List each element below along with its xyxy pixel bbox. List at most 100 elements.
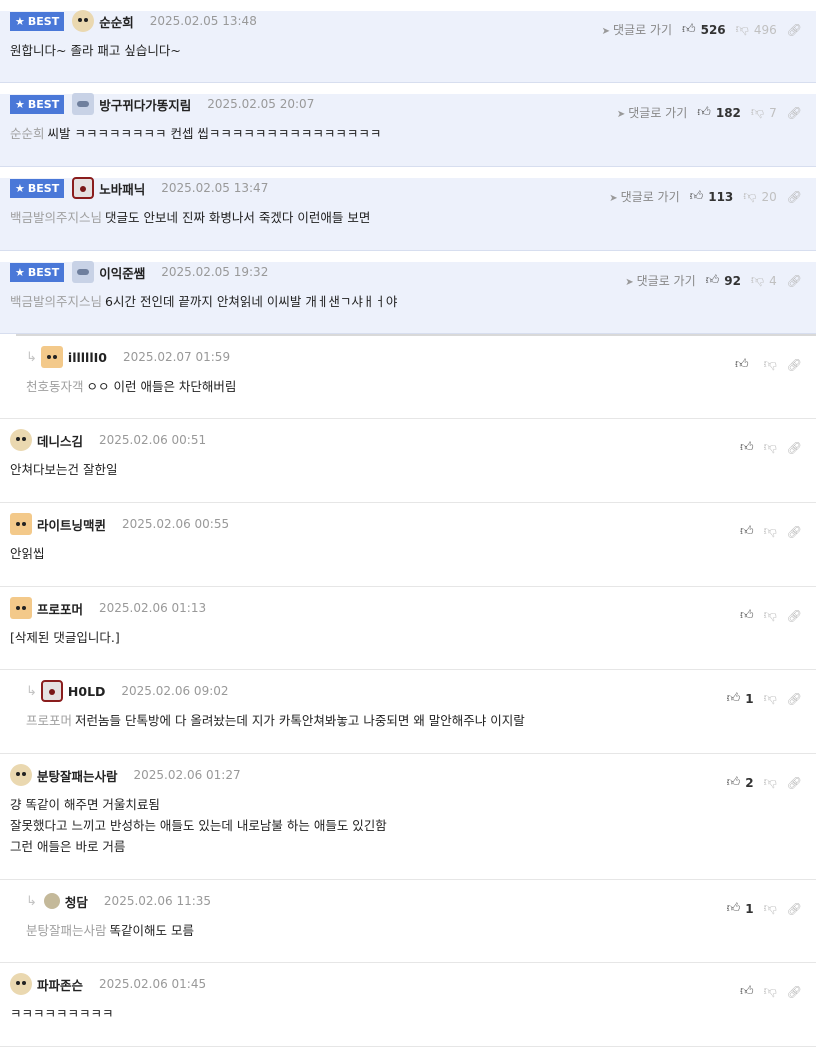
- comment-header: ↳ H0LD 2025.02.06 09:02: [26, 680, 806, 702]
- comment-author[interactable]: 라이트닝맥퀸: [37, 515, 106, 534]
- comment-body: 원합니다~ 졸라 패고 싶습니다~: [10, 43, 181, 58]
- upvote-button[interactable]: 👍︎: [740, 440, 754, 455]
- avatar[interactable]: [40, 680, 63, 702]
- comment-author[interactable]: 프로포머: [37, 599, 83, 618]
- reply-arrow-icon: ↳: [26, 349, 37, 365]
- avatar[interactable]: [10, 513, 32, 535]
- quoted-author[interactable]: 천호동자객: [26, 379, 84, 394]
- comment-actions: 👍︎ 1 👎︎ 🔗︎: [727, 691, 802, 706]
- downvote-button[interactable]: 👎︎: [764, 440, 777, 455]
- link-icon[interactable]: 🔗︎: [787, 358, 802, 372]
- link-icon[interactable]: 🔗︎: [787, 441, 802, 455]
- upvote-button[interactable]: 👍︎ 1: [727, 901, 754, 916]
- upvote-button[interactable]: 👍︎ 526: [682, 22, 726, 37]
- thumbs-down-icon: 👎︎: [763, 357, 777, 372]
- upvote-button[interactable]: 👍︎: [735, 357, 754, 372]
- send-icon: ➤: [601, 26, 610, 37]
- best-comment: ★ BEST 노바패닉 2025.02.05 13:47 ➤ 댓글로 가기 👍︎ 11…: [0, 177, 816, 251]
- thumbs-up-icon: 👍︎: [726, 691, 741, 706]
- comment-body: 안쳐다보는건 잘한일: [10, 462, 118, 477]
- thumbs-up-icon: 👍︎: [697, 105, 711, 120]
- comment-author[interactable]: 노바패닉: [99, 179, 145, 198]
- upvote-button[interactable]: 👍︎: [740, 608, 754, 623]
- reply-arrow-icon: ↳: [26, 683, 37, 699]
- avatar[interactable]: [10, 764, 32, 786]
- avatar[interactable]: [72, 261, 95, 283]
- quoted-author[interactable]: 백금발의주지스님: [10, 294, 102, 309]
- comment-author[interactable]: 파파존슨: [37, 975, 83, 994]
- downvote-button[interactable]: 👎︎ 496: [736, 22, 777, 37]
- downvote-button[interactable]: 👎︎ 7: [751, 105, 777, 120]
- upvote-button[interactable]: 👍︎: [740, 984, 754, 999]
- comment-author[interactable]: 데니스김: [37, 431, 83, 450]
- comment-date: 2025.02.05 20:07: [207, 97, 315, 111]
- quoted-author[interactable]: 프로포머: [26, 713, 72, 728]
- upvote-button[interactable]: 👍︎: [740, 524, 754, 539]
- link-icon[interactable]: 🔗︎: [787, 776, 802, 790]
- comment-actions: 👍︎ 👎︎ 🔗︎: [735, 357, 802, 372]
- comment-author[interactable]: 이익준쌤: [99, 263, 145, 282]
- goto-comment-link[interactable]: ➤ 댓글로 가기: [617, 104, 687, 121]
- avatar[interactable]: [10, 973, 32, 995]
- comment: 분탕잘패는사람 2025.02.06 01:27 👍︎ 2 👎︎ 🔗︎ 걍 똑같이…: [0, 764, 816, 880]
- downvote-button[interactable]: 👎︎: [764, 984, 777, 999]
- upvote-button[interactable]: 👍︎ 1: [727, 691, 754, 706]
- avatar[interactable]: [72, 177, 95, 199]
- comment-header: 라이트닝맥퀸 2025.02.06 00:55: [10, 513, 806, 535]
- comment-date: 2025.02.07 01:59: [122, 350, 231, 364]
- avatar[interactable]: [10, 597, 32, 619]
- avatar[interactable]: [72, 10, 95, 32]
- goto-comment-link[interactable]: ➤ 댓글로 가기: [609, 188, 679, 205]
- comment-body: [삭제된 댓글입니다.]: [10, 630, 120, 645]
- thumbs-down-icon: 👎︎: [735, 22, 749, 37]
- link-icon[interactable]: 🔗︎: [787, 274, 802, 288]
- reply-arrow-icon: ↳: [26, 893, 37, 909]
- link-icon[interactable]: 🔗︎: [787, 525, 802, 539]
- comment-actions: 👍︎ 👎︎ 🔗︎: [740, 440, 802, 455]
- quoted-author[interactable]: 분탕잘패는사람: [26, 923, 107, 938]
- comment-author[interactable]: 청담: [65, 892, 88, 911]
- comment-author[interactable]: 방구뀌다가똥지림: [99, 95, 191, 114]
- link-icon[interactable]: 🔗︎: [787, 106, 802, 120]
- avatar[interactable]: [43, 893, 60, 909]
- thumbs-down-icon: 👎︎: [763, 524, 777, 539]
- comment-body: 걍 똑같이 해주면 거울치료됨 잘못했다고 느끼고 반성하는 애들도 있는데 내…: [10, 797, 387, 854]
- comment: 라이트닝맥퀸 2025.02.06 00:55 👍︎ 👎︎ 🔗︎ 안읽씹: [0, 513, 816, 587]
- thumbs-down-icon: 👎︎: [763, 775, 777, 790]
- quoted-author[interactable]: 백금발의주지스님: [10, 210, 102, 225]
- link-icon[interactable]: 🔗︎: [787, 692, 802, 706]
- avatar[interactable]: [10, 429, 32, 451]
- upvote-button[interactable]: 👍︎ 92: [706, 273, 741, 288]
- quoted-author[interactable]: 순순희: [10, 126, 45, 141]
- link-icon[interactable]: 🔗︎: [787, 609, 802, 623]
- comment-author[interactable]: 분탕잘패는사람: [37, 766, 118, 785]
- avatar[interactable]: [72, 93, 95, 115]
- downvote-button[interactable]: 👎︎ 4: [751, 273, 777, 288]
- downvote-button[interactable]: 👎︎: [764, 775, 777, 790]
- upvote-button[interactable]: 👍︎ 182: [697, 105, 741, 120]
- goto-comment-link[interactable]: ➤ 댓글로 가기: [625, 272, 695, 289]
- upvote-button[interactable]: 👍︎ 113: [690, 189, 734, 204]
- link-icon[interactable]: 🔗︎: [787, 190, 802, 204]
- downvote-button[interactable]: 👎︎ 20: [743, 189, 776, 204]
- comment-author[interactable]: H0LD: [68, 684, 106, 699]
- upvote-button[interactable]: 👍︎ 2: [727, 775, 754, 790]
- goto-comment-link[interactable]: ➤ 댓글로 가기: [602, 21, 672, 38]
- comment-body: ㅋㅋㅋㅋㅋㅋㅋㅋㅋ: [10, 1006, 114, 1021]
- link-icon[interactable]: 🔗︎: [787, 23, 802, 37]
- avatar[interactable]: [40, 346, 63, 368]
- star-icon: ★: [15, 181, 25, 195]
- comment-author[interactable]: 순순희: [99, 12, 134, 31]
- downvote-button[interactable]: 👎︎: [764, 608, 777, 623]
- thumbs-up-icon: 👍︎: [682, 22, 696, 37]
- link-icon[interactable]: 🔗︎: [787, 902, 802, 916]
- downvote-button[interactable]: 👎︎: [764, 524, 777, 539]
- downvote-button[interactable]: 👎︎: [764, 357, 777, 372]
- comment-actions: ➤ 댓글로 가기 👍︎ 92 👎︎ 4 🔗︎: [625, 272, 802, 289]
- downvote-button[interactable]: 👎︎: [764, 901, 777, 916]
- comment-author[interactable]: illlllI0: [68, 350, 107, 365]
- downvote-button[interactable]: 👎︎: [764, 691, 777, 706]
- comment-header: 프로포머 2025.02.06 01:13: [10, 597, 806, 619]
- link-icon[interactable]: 🔗︎: [787, 985, 802, 999]
- comment-body: 순순희 씨발 ㅋㅋㅋㅋㅋㅋㅋㅋ 컨셉 씹ㅋㅋㅋㅋㅋㅋㅋㅋㅋㅋㅋㅋㅋㅋㅋ: [10, 126, 382, 141]
